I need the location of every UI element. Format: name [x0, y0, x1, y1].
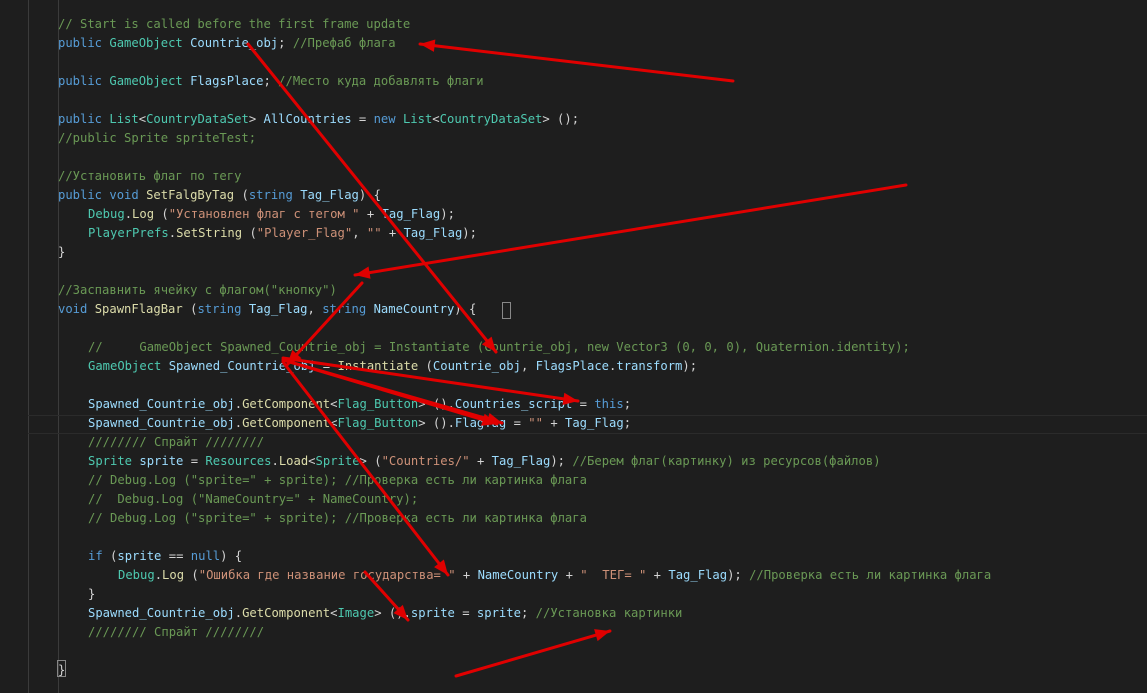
arrow-head: [355, 266, 371, 279]
arrow-head: [562, 392, 578, 406]
arrow-line: [246, 42, 498, 354]
arrow-line: [418, 42, 735, 83]
arrow-line: [281, 360, 450, 577]
code-editor[interactable]: // Start is called before the first fram…: [0, 0, 1147, 693]
arrow-line: [281, 356, 580, 403]
arrow-head: [594, 629, 610, 642]
arrow-line: [353, 183, 908, 277]
arrow-line: [454, 629, 612, 678]
annotation-arrows: [246, 39, 908, 678]
arrow-line: [281, 358, 499, 426]
arrow-line: [285, 281, 364, 367]
